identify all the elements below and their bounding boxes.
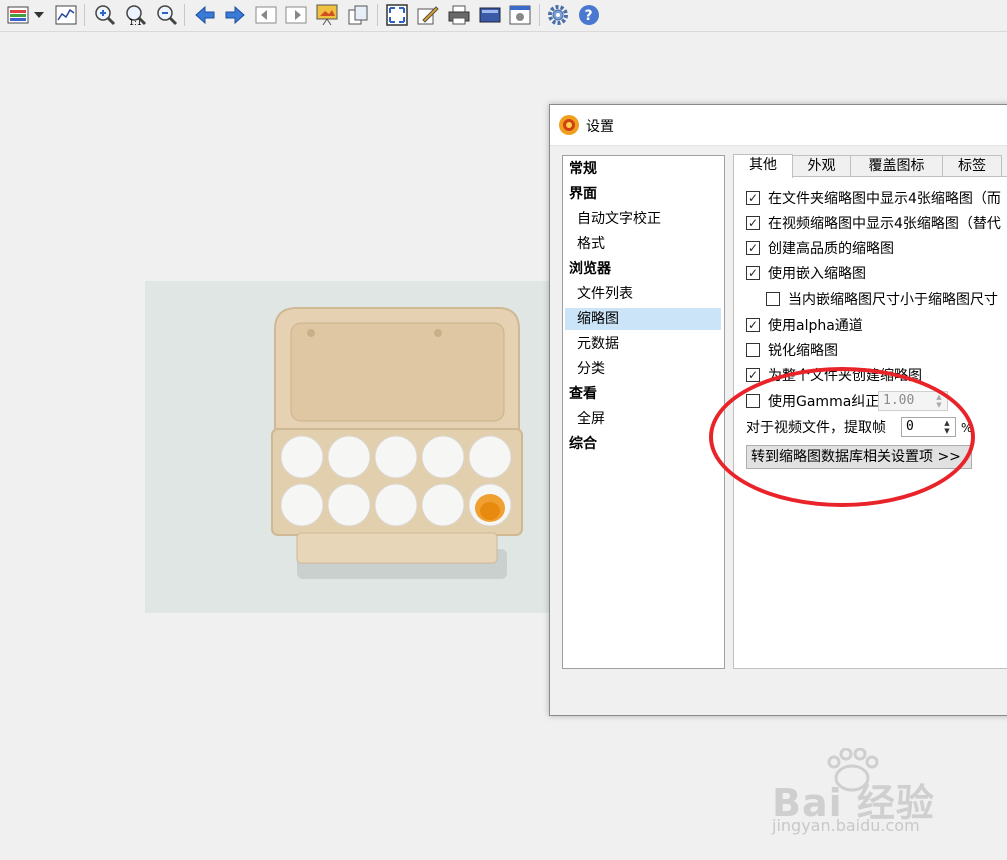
- edit-icon[interactable]: [416, 3, 440, 27]
- dropdown-arrow-icon[interactable]: [32, 3, 46, 27]
- tree-item-thumbnails[interactable]: 缩略图: [565, 308, 721, 330]
- tree-item-general[interactable]: 常规: [563, 158, 724, 180]
- video-frame-stepper[interactable]: 0 ▲ ▼: [901, 417, 956, 437]
- thumbnail-options-panel: ✓ 在文件夹缩略图中显示4张缩略图（而 ✓ 在视频缩略图中显示4张缩略图（替代 …: [733, 176, 1007, 669]
- zoom-in-icon[interactable]: [93, 3, 117, 27]
- tab-labels[interactable]: 标签: [942, 155, 1002, 177]
- dialog-title: 设置: [586, 119, 614, 135]
- print-icon[interactable]: [447, 3, 471, 27]
- arrow-right-icon[interactable]: [223, 3, 247, 27]
- page-next-icon[interactable]: [284, 3, 308, 27]
- arrow-left-icon[interactable]: [193, 3, 217, 27]
- thumbnail-db-settings-button[interactable]: 转到缩略图数据库相关设置项 >>: [746, 445, 972, 469]
- checkbox[interactable]: ✓: [746, 241, 760, 255]
- fit-icon[interactable]: [346, 3, 370, 27]
- zoom-out-icon[interactable]: [155, 3, 179, 27]
- tree-item-fullscreen[interactable]: 全屏: [563, 408, 724, 430]
- settings-tabs: 其他 外观 覆盖图标 标签: [733, 154, 1007, 178]
- checkbox[interactable]: [746, 394, 760, 408]
- histogram-icon[interactable]: [54, 3, 78, 27]
- tab-appearance[interactable]: 外观: [792, 155, 851, 177]
- checkbox[interactable]: [746, 343, 760, 357]
- tree-item-metadata[interactable]: 元数据: [563, 333, 724, 355]
- settings-category-tree[interactable]: 常规 界面 自动文字校正 格式 浏览器 文件列表 缩略图 元数据 分类 查看 全…: [562, 155, 725, 669]
- checkbox[interactable]: [766, 292, 780, 306]
- gamma-value-stepper[interactable]: 1.00 ▲ ▼: [878, 391, 948, 411]
- main-toolbar: 1:1 ?: [0, 0, 1007, 32]
- fullscreen-icon[interactable]: [385, 3, 409, 27]
- capture-icon[interactable]: [508, 3, 532, 27]
- svg-text:?: ?: [585, 8, 593, 24]
- tree-item-format[interactable]: 格式: [563, 233, 724, 255]
- settings-gear-icon[interactable]: [546, 3, 570, 27]
- egg-carton-photo: [145, 281, 555, 613]
- checkbox[interactable]: ✓: [746, 318, 760, 332]
- checkbox[interactable]: ✓: [746, 368, 760, 382]
- tree-item-view[interactable]: 查看: [563, 383, 724, 405]
- xnview-app-icon: [558, 114, 580, 136]
- tree-item-interface[interactable]: 界面: [563, 183, 724, 205]
- spin-arrows-icon[interactable]: ▲ ▼: [940, 419, 954, 435]
- tree-item-categories[interactable]: 分类: [563, 358, 724, 380]
- slideshow-icon[interactable]: [315, 3, 339, 27]
- percent-unit: %: [961, 421, 973, 435]
- checkbox[interactable]: ✓: [746, 191, 760, 205]
- spin-arrows-icon[interactable]: ▲ ▼: [932, 393, 946, 409]
- checkbox[interactable]: ✓: [746, 216, 760, 230]
- tree-item-browser[interactable]: 浏览器: [563, 258, 724, 280]
- tree-item-autocorrect[interactable]: 自动文字校正: [563, 208, 724, 230]
- video-frame-label: 对于视频文件，提取帧: [746, 420, 886, 436]
- color-tools-icon[interactable]: [6, 3, 30, 27]
- settings-dialog: 设置 常规 界面 自动文字校正 格式 浏览器 文件列表 缩略图 元数据 分类 查…: [549, 104, 1007, 716]
- tree-item-integration[interactable]: 综合: [563, 433, 724, 455]
- dialog-title-bar: 设置: [550, 105, 1007, 146]
- help-icon[interactable]: ?: [577, 3, 601, 27]
- page-prev-icon[interactable]: [254, 3, 278, 27]
- checkbox[interactable]: ✓: [746, 266, 760, 280]
- tab-other[interactable]: 其他: [733, 154, 793, 178]
- scanner-icon[interactable]: [478, 3, 502, 27]
- zoom-actual-icon[interactable]: 1:1: [124, 3, 148, 27]
- tab-overlay-icons[interactable]: 覆盖图标: [850, 155, 943, 177]
- tree-item-file-list[interactable]: 文件列表: [563, 283, 724, 305]
